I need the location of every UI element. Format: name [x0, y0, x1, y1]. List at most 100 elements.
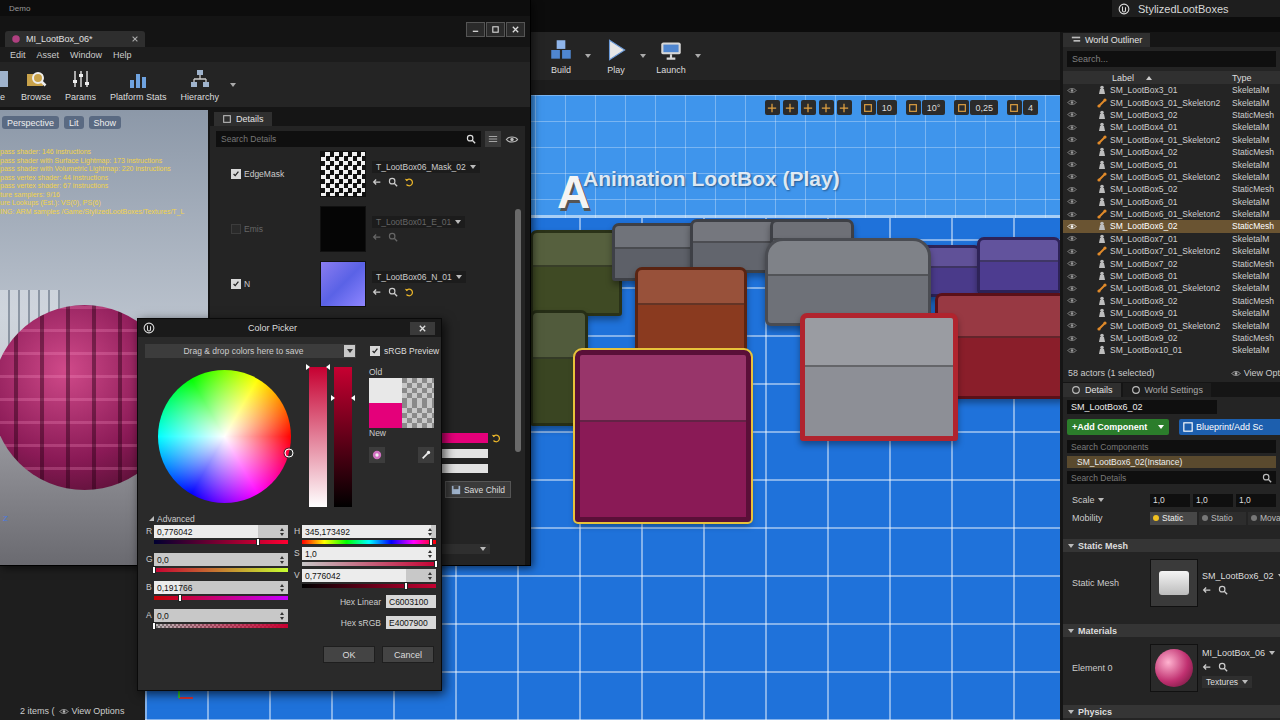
search-details-field[interactable]: Search Details: [216, 131, 481, 147]
toolbar-button[interactable]: e: [0, 68, 10, 102]
label-column-header[interactable]: Label: [1063, 73, 1232, 83]
override-checkbox[interactable]: [231, 279, 241, 289]
view-options-button[interactable]: View Opt: [1231, 368, 1280, 378]
wheel-mode-button[interactable]: [369, 447, 385, 463]
channel-value-field[interactable]: 1,0: [302, 547, 436, 560]
loot-chest[interactable]: [800, 313, 958, 441]
physics-section[interactable]: Physics: [1063, 705, 1280, 718]
details-tab[interactable]: Details: [214, 112, 272, 126]
preview-mode-button[interactable]: Perspective: [2, 116, 59, 129]
texture-combo[interactable]: T_LootBox06_N_01: [372, 271, 466, 283]
eye-icon[interactable]: [1067, 335, 1077, 342]
eye-icon[interactable]: [1067, 347, 1077, 354]
outliner-row[interactable]: SM_LootBox6_02StaticMesh: [1063, 220, 1280, 232]
channel-slider[interactable]: [154, 540, 288, 544]
eye-icon[interactable]: [1067, 223, 1077, 230]
close-button[interactable]: [506, 22, 525, 37]
type-column-header[interactable]: Type: [1232, 73, 1280, 83]
color-swatch[interactable]: [369, 378, 402, 403]
use-selected-icon[interactable]: [372, 177, 382, 187]
reset-icon[interactable]: [404, 287, 414, 297]
outliner-tab[interactable]: World Outliner: [1063, 33, 1150, 47]
use-selected-icon[interactable]: [372, 287, 382, 297]
dialog-button[interactable]: OK: [323, 646, 375, 663]
channel-slider[interactable]: [302, 540, 436, 544]
texture-thumbnail[interactable]: [320, 261, 366, 307]
reset-icon[interactable]: [404, 177, 414, 187]
channel-value-field[interactable]: 0,0: [154, 609, 288, 622]
snap-toggle[interactable]: 10°: [906, 100, 946, 115]
toolbar-button[interactable]: Params: [62, 68, 99, 102]
transform-tool-button[interactable]: [783, 100, 798, 115]
hex-field[interactable]: C6003100: [386, 595, 436, 608]
toolbar-button[interactable]: Browse: [18, 68, 54, 102]
textures-dropdown[interactable]: Textures: [1202, 676, 1252, 688]
scale-field[interactable]: 1,0: [1150, 494, 1190, 507]
texture-combo[interactable]: T_LootBox01_E_01: [372, 216, 465, 228]
override-checkbox[interactable]: [231, 224, 241, 234]
saturation-slider[interactable]: [309, 367, 327, 507]
channel-value-field[interactable]: 0,776042: [154, 525, 288, 538]
outliner-row[interactable]: SM_LootBox3_01_Skeleton2SkeletalM: [1063, 96, 1280, 108]
channel-slider[interactable]: [154, 624, 288, 628]
menu-item[interactable]: Help: [113, 50, 132, 60]
eye-icon[interactable]: [1067, 198, 1077, 205]
channel-slider[interactable]: [302, 562, 436, 566]
outliner-row[interactable]: SM_LootBox6_01SkeletalM: [1063, 196, 1280, 208]
menu-item[interactable]: Edit: [10, 50, 26, 60]
eye-icon[interactable]: [1067, 310, 1077, 317]
dropdown-arrow-icon[interactable]: [585, 54, 591, 58]
color-presets-dropdown[interactable]: Drag & drop colors here to save: [145, 344, 356, 358]
spin-handle-icon[interactable]: [279, 611, 285, 621]
mobility-option[interactable]: Static: [1150, 512, 1197, 525]
dropdown-arrow-icon[interactable]: [640, 54, 646, 58]
browse-icon[interactable]: [1218, 585, 1228, 595]
browse-icon[interactable]: [388, 232, 398, 242]
transform-tool-button[interactable]: [819, 100, 834, 115]
override-checkbox[interactable]: [231, 169, 241, 179]
details-tab[interactable]: Details: [1063, 383, 1121, 397]
outliner-row[interactable]: SM_LootBox9_01SkeletalM: [1063, 307, 1280, 319]
toolbar-button[interactable]: Platform Stats: [107, 68, 170, 102]
spin-handle-icon[interactable]: [427, 571, 433, 581]
snap-toggle[interactable]: 0,25: [954, 100, 998, 115]
eyedropper-button[interactable]: [418, 447, 434, 463]
eye-icon[interactable]: [1067, 99, 1077, 106]
mesh-asset-combo[interactable]: SM_LootBox6_02: [1202, 571, 1280, 581]
view-options-button[interactable]: View Options: [59, 706, 125, 716]
outliner-row[interactable]: SM_LootBox7_01_Skeleton2SkeletalM: [1063, 245, 1280, 257]
eye-icon[interactable]: [1067, 285, 1077, 292]
outliner-row[interactable]: SM_LootBox7_02StaticMesh: [1063, 257, 1280, 269]
srgb-preview-checkbox[interactable]: sRGB Preview: [370, 346, 439, 356]
eye-icon[interactable]: [1067, 149, 1077, 156]
loot-chest[interactable]: [530, 230, 622, 316]
value-slider[interactable]: [334, 367, 352, 507]
channel-value-field[interactable]: 0,0: [154, 553, 288, 566]
outliner-row[interactable]: SM_LootBox4_01SkeletalM: [1063, 121, 1280, 133]
channel-value-field[interactable]: 345,173492: [302, 525, 436, 538]
project-tab[interactable]: StylizedLootBoxes: [1112, 0, 1280, 17]
use-selected-icon[interactable]: [372, 232, 382, 242]
snap-toggle[interactable]: 4: [1007, 100, 1038, 115]
toolbar-button[interactable]: Hierarchy: [178, 68, 223, 102]
spin-handle-icon[interactable]: [427, 527, 433, 537]
save-child-button[interactable]: Save Child: [445, 481, 511, 498]
transform-tool-button[interactable]: [837, 100, 852, 115]
component-instance-row[interactable]: SM_LootBox6_02(Instance): [1067, 456, 1276, 468]
channel-slider[interactable]: [154, 596, 288, 600]
eye-icon[interactable]: [1067, 273, 1077, 280]
eye-icon[interactable]: [1067, 173, 1077, 180]
property-matrix-button[interactable]: [485, 131, 501, 147]
eye-icon[interactable]: [1067, 322, 1077, 329]
minimize-button[interactable]: [466, 22, 485, 37]
parent-dropdown[interactable]: [440, 544, 490, 554]
eye-icon[interactable]: [1067, 248, 1077, 255]
texture-thumbnail[interactable]: [320, 206, 366, 252]
material-thumbnail[interactable]: [1150, 644, 1198, 692]
maximize-button[interactable]: [486, 22, 505, 37]
mesh-thumbnail[interactable]: [1150, 559, 1198, 607]
use-selected-icon[interactable]: [1202, 585, 1212, 595]
dropdown-arrow-icon[interactable]: [230, 83, 236, 87]
outliner-row[interactable]: SM_LootBox9_01_Skeleton2SkeletalM: [1063, 319, 1280, 331]
scale-field[interactable]: 1,0: [1236, 494, 1276, 507]
